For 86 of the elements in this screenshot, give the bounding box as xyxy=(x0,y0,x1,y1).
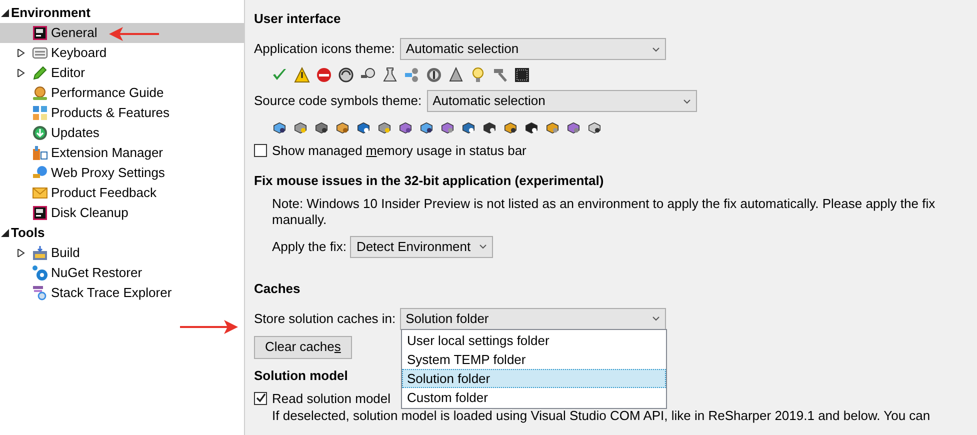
magnifier-icon xyxy=(32,285,48,301)
expand-icon[interactable] xyxy=(17,249,25,257)
theme-preview-icon xyxy=(448,67,464,83)
bubble-icon xyxy=(32,265,48,281)
collapse-icon[interactable] xyxy=(1,9,9,17)
dropdown-option[interactable]: System TEMP folder xyxy=(402,350,666,368)
theme-preview-icon xyxy=(338,67,354,83)
tree-item[interactable]: Build xyxy=(0,243,244,263)
tree-item[interactable]: NuGet Restorer xyxy=(0,263,244,283)
section-heading: Fix mouse issues in the 32-bit application (experimental) xyxy=(254,172,604,190)
symbol-preview-icon xyxy=(335,120,350,134)
theme-preview-icon xyxy=(492,67,508,83)
theme-preview-icon xyxy=(316,67,332,83)
dropdown-option[interactable]: Solution folder xyxy=(402,368,666,388)
section-heading: Caches xyxy=(254,280,300,298)
section-heading: User interface xyxy=(254,10,341,28)
symbols-theme-dropdown[interactable]: Automatic selection xyxy=(426,90,697,112)
section-heading: Solution model xyxy=(254,366,348,384)
field-label: Application icons theme: xyxy=(254,40,395,58)
symbol-preview-icon xyxy=(440,120,455,134)
theme-preview-icon xyxy=(514,67,530,83)
checkbox-label[interactable]: Show managed memory usage in status bar xyxy=(272,141,526,160)
symbol-preview-icon xyxy=(587,120,602,134)
field-label: Source code symbols theme: xyxy=(254,92,422,110)
tree-item[interactable]: Web Proxy Settings xyxy=(0,163,244,183)
tree-item[interactable]: Updates xyxy=(0,123,244,143)
chevron-icon xyxy=(652,46,660,52)
symbol-preview-icon xyxy=(419,120,434,134)
tree-item[interactable]: General xyxy=(0,23,244,43)
expand-icon[interactable] xyxy=(17,69,25,77)
theme-preview-icon xyxy=(426,67,442,83)
tree-item[interactable]: Stack Trace Explorer xyxy=(0,283,244,303)
symbol-preview-icon xyxy=(524,120,539,134)
clear-caches-button[interactable]: Clear caches xyxy=(254,336,352,358)
field-label: Store solution caches in: xyxy=(254,310,396,328)
dropdown-option[interactable]: Custom folder xyxy=(402,388,666,406)
symbol-preview-icon xyxy=(461,120,476,134)
tiles-icon xyxy=(32,105,48,121)
cache-location-dropdown[interactable]: Solution folder xyxy=(400,308,666,330)
resharper-icon xyxy=(32,205,48,221)
pencil-icon xyxy=(32,65,48,81)
symbol-preview-icon xyxy=(566,120,581,134)
theme-preview-icon xyxy=(470,67,486,83)
envelope-icon xyxy=(32,185,48,201)
chevron-icon xyxy=(652,316,660,321)
symbol-preview-icon xyxy=(356,120,371,134)
checkbox[interactable] xyxy=(254,392,267,405)
tree-item[interactable]: Disk Cleanup xyxy=(0,203,244,223)
symbol-preview-icon xyxy=(377,120,392,134)
checkmark-icon xyxy=(256,393,266,404)
icon-theme-dropdown[interactable]: Automatic selection xyxy=(400,38,666,60)
tree-group-label[interactable]: Tools xyxy=(11,223,45,243)
tree-item[interactable]: Products & Features xyxy=(0,103,244,123)
theme-preview-icon xyxy=(382,67,398,83)
tree-item[interactable]: Editor xyxy=(0,63,244,83)
keyboard-icon xyxy=(32,45,48,61)
pointer-arrow xyxy=(180,320,238,334)
expand-icon[interactable] xyxy=(17,49,25,57)
tree-item[interactable]: Extension Manager xyxy=(0,143,244,163)
symbol-preview-icon xyxy=(314,120,329,134)
resharper-icon xyxy=(32,25,48,41)
note-text: Note: Windows 10 Insider Preview is not listed as an environment to apply the fix automatically. Please apply the fix manually. xyxy=(271,196,936,228)
build-icon xyxy=(32,245,48,261)
pointer-arrow xyxy=(109,27,159,41)
collapse-icon[interactable] xyxy=(1,229,9,237)
theme-preview-icon xyxy=(404,67,420,83)
symbol-preview-icon xyxy=(398,120,413,134)
description-text: If deselected, solution model is loaded using Visual Studio COM API, like in ReSharper 2019.1 and below. You can xyxy=(271,408,932,423)
checkbox-label[interactable]: Read solution model xyxy=(272,388,391,408)
symbol-preview-icon xyxy=(272,120,287,134)
symbol-preview-icon xyxy=(545,120,560,134)
dropdown-option[interactable]: User local settings folder xyxy=(402,330,666,350)
tree-item[interactable]: Keyboard xyxy=(0,43,244,63)
symbol-preview-icon xyxy=(293,120,308,134)
tree-item[interactable]: Performance Guide xyxy=(0,83,244,103)
symbol-preview-icon xyxy=(503,120,518,134)
chevron-icon xyxy=(479,244,488,249)
theme-preview-icon xyxy=(294,67,310,83)
tree-item[interactable]: Product Feedback xyxy=(0,183,244,203)
chevron-icon xyxy=(682,98,691,104)
tree-group-label[interactable]: Environment xyxy=(11,3,90,23)
download-icon xyxy=(32,125,48,141)
field-label: Apply the fix: xyxy=(272,238,346,256)
apply-fix-dropdown[interactable]: Detect Environment xyxy=(350,236,494,258)
checkbox[interactable] xyxy=(254,144,267,158)
symbol-preview-icon xyxy=(482,120,497,134)
